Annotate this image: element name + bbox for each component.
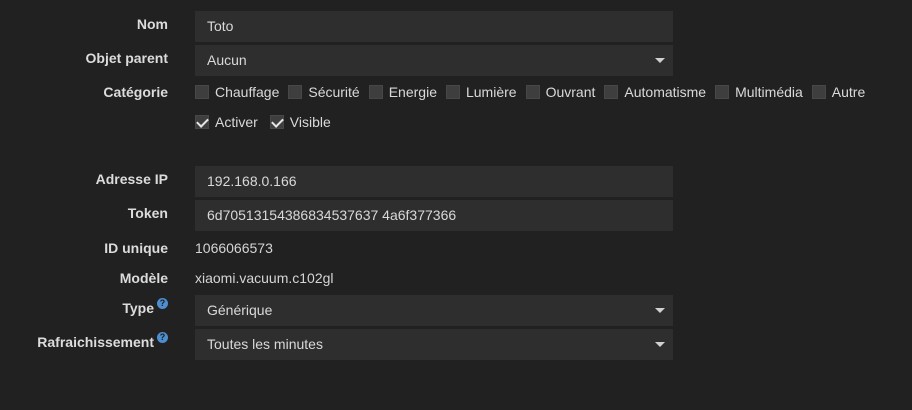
checkbox-box-checked[interactable] [269, 115, 284, 129]
checkbox-label: Lumière [465, 84, 517, 100]
rafraichissement-label: Rafraichissement? [37, 332, 168, 350]
checkbox-visible[interactable]: Visible [269, 114, 331, 130]
nom-label: Nom [136, 16, 168, 32]
type-select[interactable]: Générique [195, 295, 673, 326]
checkbox-label: Chauffage [215, 84, 280, 100]
checkbox-label: Energie [388, 84, 437, 100]
objet-parent-label: Objet parent [85, 50, 168, 66]
state-checkbox-group: Activer Visible [195, 114, 340, 130]
chevron-down-icon [655, 308, 665, 313]
token-input[interactable]: 6d70513154386834537637 4a6f377366 [195, 200, 673, 231]
checkbox-box[interactable] [525, 85, 540, 99]
objet-parent-select[interactable]: Aucun [195, 45, 673, 76]
categorie-label: Catégorie [103, 84, 168, 100]
checkbox-label: Automatisme [624, 84, 707, 100]
checkbox-energie[interactable]: Energie [368, 84, 437, 100]
modele-value: xiaomi.vacuum.c102gl [195, 270, 334, 286]
adresse-ip-input[interactable]: 192.168.0.166 [195, 166, 673, 197]
checkbox-label: Sécurité [308, 84, 360, 100]
checkbox-multimedia[interactable]: Multimédia [715, 84, 803, 100]
rafraichissement-label-text: Rafraichissement [37, 334, 154, 350]
chevron-down-icon [655, 58, 665, 63]
checkbox-chauffage[interactable]: Chauffage [195, 84, 279, 100]
type-value: Générique [207, 302, 273, 318]
chevron-down-icon [655, 342, 665, 347]
checkbox-label: Ouvrant [545, 84, 596, 100]
checkbox-box[interactable] [288, 85, 303, 99]
checkbox-label: Activer [215, 114, 258, 130]
token-label: Token [127, 205, 168, 221]
checkbox-box[interactable] [604, 85, 619, 99]
type-label: Type? [122, 298, 168, 316]
checkbox-box-checked[interactable] [195, 115, 209, 129]
checkbox-label: Visible [289, 114, 331, 130]
checkbox-autre[interactable]: Autre [811, 84, 866, 100]
question-circle-icon[interactable]: ? [157, 332, 168, 343]
checkbox-securite[interactable]: Sécurité [288, 84, 360, 100]
adresse-ip-label: Adresse IP [95, 171, 168, 187]
rafraichissement-value: Toutes les minutes [207, 336, 323, 352]
id-unique-label: ID unique [104, 240, 168, 256]
checkbox-lumiere[interactable]: Lumière [445, 84, 517, 100]
checkbox-box[interactable] [195, 85, 209, 99]
checkbox-label: Multimédia [735, 84, 803, 100]
checkbox-automatisme[interactable]: Automatisme [604, 84, 706, 100]
rafraichissement-select[interactable]: Toutes les minutes [195, 329, 673, 360]
nom-input[interactable]: Toto [195, 11, 673, 42]
checkbox-label: Autre [831, 84, 866, 100]
categorie-checkbox-group: Chauffage Sécurité Energie Lumière Ouvra… [195, 84, 874, 100]
checkbox-box[interactable] [445, 85, 460, 99]
modele-label: Modèle [119, 270, 168, 286]
checkbox-box[interactable] [715, 85, 730, 99]
checkbox-activer[interactable]: Activer [195, 114, 258, 130]
checkbox-ouvrant[interactable]: Ouvrant [525, 84, 596, 100]
checkbox-box[interactable] [811, 85, 826, 99]
type-label-text: Type [122, 300, 154, 316]
objet-parent-value: Aucun [207, 52, 247, 68]
id-unique-value: 1066066573 [195, 240, 273, 256]
question-circle-icon[interactable]: ? [157, 298, 168, 309]
checkbox-box[interactable] [368, 85, 383, 99]
